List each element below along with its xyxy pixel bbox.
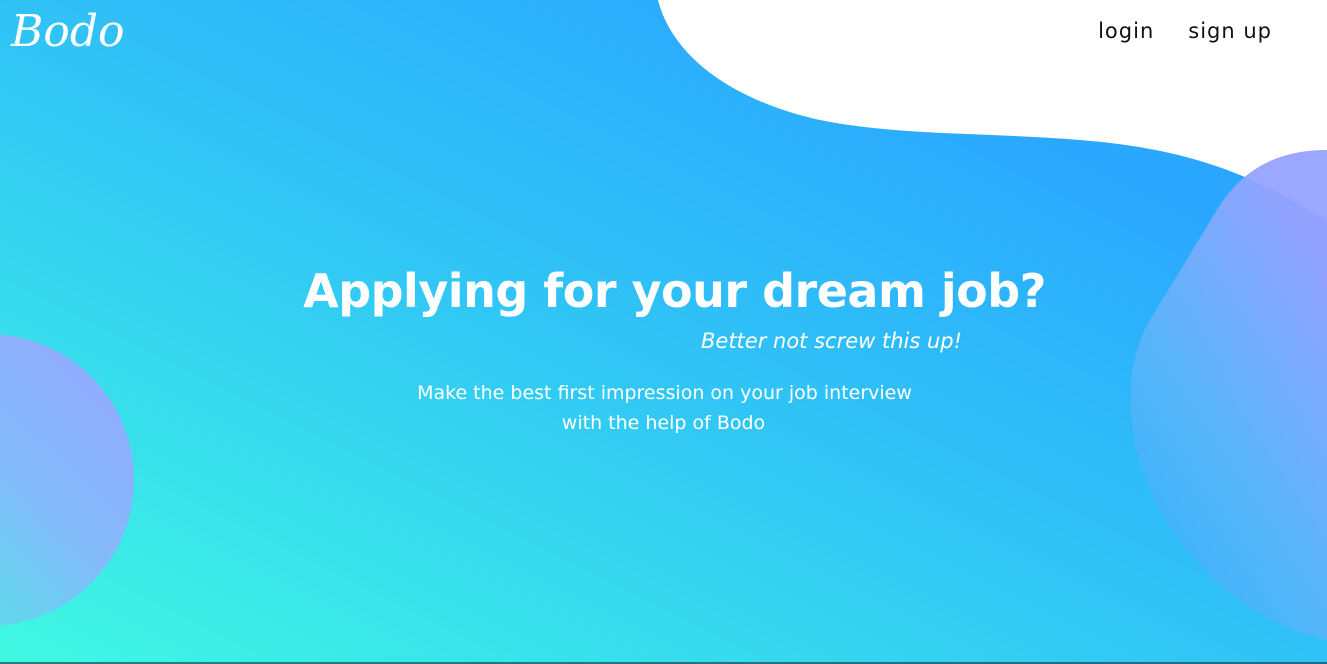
hero-subtext: Make the best first impression on your j… — [0, 378, 1327, 438]
hero-subtext-line-1: Make the best first impression on your j… — [417, 382, 912, 404]
signup-link[interactable]: sign up — [1188, 17, 1272, 45]
login-link[interactable]: login — [1098, 17, 1154, 45]
landing-page: Bodo login sign up Applying for your dre… — [0, 0, 1327, 664]
background-graphic — [0, 0, 1327, 664]
brand-logo[interactable]: Bodo — [11, 2, 124, 62]
hero-tagline: Better not screw this up! — [701, 329, 963, 353]
hero-section: Applying for your dream job? Better not … — [0, 258, 1327, 434]
hero-subtext-line-2: with the help of Bodo — [561, 412, 766, 434]
background-wave — [0, 0, 1327, 664]
hero-headline: Applying for your dream job? — [303, 264, 1046, 318]
top-nav: login sign up — [1098, 17, 1272, 45]
